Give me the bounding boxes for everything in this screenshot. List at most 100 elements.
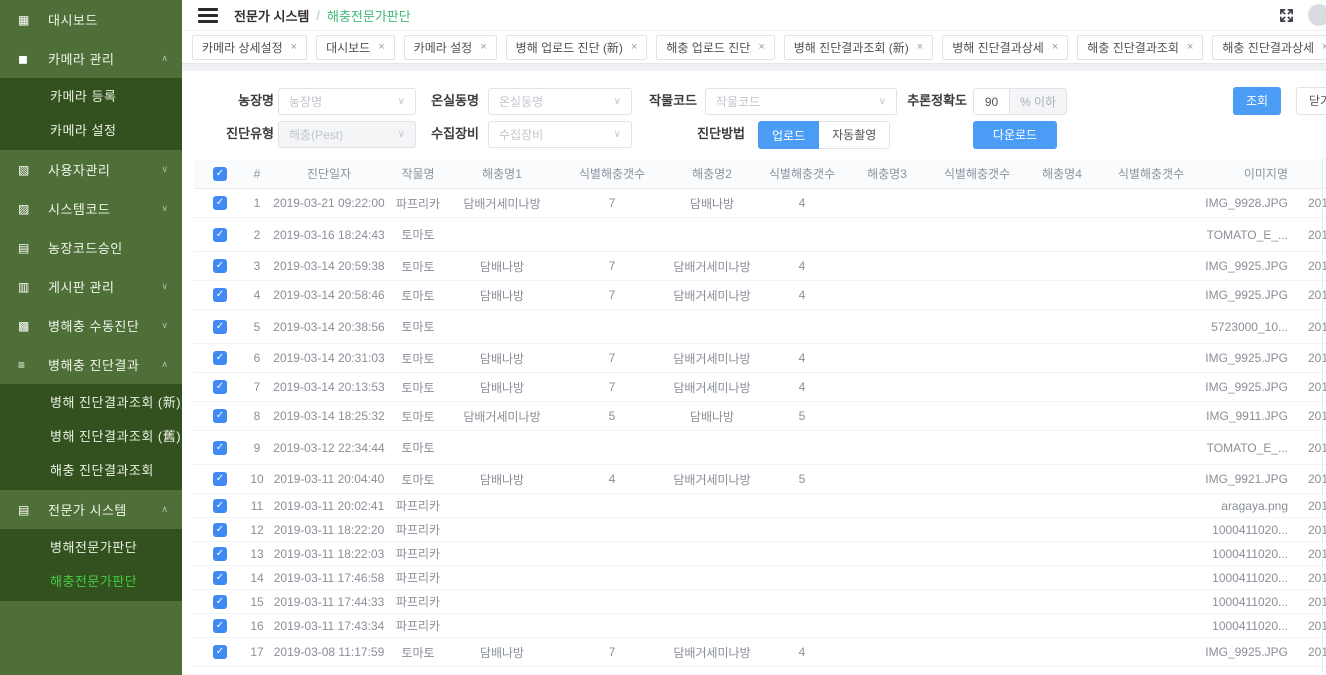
row-checkbox[interactable]: ✓	[213, 547, 227, 561]
sidebar-item[interactable]: ▤전문가 시스템∧	[0, 490, 182, 529]
sidebar-item[interactable]: ▥게시판 관리∨	[0, 267, 182, 306]
table-row[interactable]: ✓22019-03-16 18:24:43토마토TOMATO_E_...2019	[194, 218, 1326, 252]
row-checkbox[interactable]: ✓	[213, 351, 227, 365]
tab[interactable]: 해충 진단결과상세×	[1212, 35, 1326, 60]
tab-close-icon[interactable]: ×	[480, 42, 486, 53]
sidebar-item[interactable]: ▩병해충 수동진단∨	[0, 306, 182, 345]
fullscreen-icon[interactable]	[1279, 8, 1294, 23]
table-edge-divider	[1322, 158, 1323, 675]
table-cell: 13	[246, 547, 268, 561]
row-checkbox[interactable]: ✓	[213, 645, 227, 659]
row-checkbox[interactable]: ✓	[213, 228, 227, 242]
method-autocapture-button[interactable]: 자동촬영	[819, 121, 890, 149]
row-checkbox[interactable]: ✓	[213, 196, 227, 210]
search-button[interactable]: 조회	[1233, 87, 1281, 115]
sidebar-item[interactable]: ▦대시보드	[0, 0, 182, 39]
row-checkbox[interactable]: ✓	[213, 571, 227, 585]
farm-name-placeholder: 농장명	[289, 93, 322, 110]
tab-close-icon[interactable]: ×	[291, 42, 297, 53]
table-row[interactable]: ✓172019-03-08 11:17:59토마토담배나방7담배거세미나방4IM…	[194, 638, 1326, 667]
row-checkbox[interactable]: ✓	[213, 595, 227, 609]
diagnosis-method-toggle: 업로드 자동촬영	[758, 121, 890, 149]
table-cell: 2019	[1292, 472, 1326, 486]
device-select[interactable]: 수집장비 ∨	[488, 121, 632, 148]
checkbox-cell: ✓	[194, 196, 246, 211]
sidebar-item[interactable]: ◼카메라 관리∧	[0, 39, 182, 78]
sidebar-subitem[interactable]: 해충 진단결과조회	[0, 454, 182, 488]
tab-close-icon[interactable]: ×	[1322, 42, 1326, 53]
breadcrumb-parent[interactable]: 전문가 시스템	[234, 6, 309, 25]
row-checkbox[interactable]: ✓	[213, 472, 227, 486]
table-cell: 토마토	[390, 644, 446, 661]
row-checkbox[interactable]: ✓	[213, 380, 227, 394]
sidebar-subitem[interactable]: 카메라 설정	[0, 114, 182, 148]
tab-close-icon[interactable]: ×	[758, 42, 764, 53]
tab[interactable]: 카메라 설정×	[404, 35, 497, 60]
table-row[interactable]: ✓152019-03-11 17:44:33파프리카1000411020...2…	[194, 590, 1326, 614]
checkbox-cell: ✓	[194, 498, 246, 513]
table-row[interactable]: ✓52019-03-14 20:38:56토마토5723000_10...201…	[194, 310, 1326, 344]
table-row[interactable]: ✓82019-03-14 18:25:32토마토담배거세미나방5담배나방5IMG…	[194, 402, 1326, 431]
sidebar-item[interactable]: ≡병해충 진단결과∧	[0, 345, 182, 384]
table-row[interactable]: ✓112019-03-11 20:02:41파프리카aragaya.png201…	[194, 494, 1326, 518]
table-row[interactable]: ✓42019-03-14 20:58:46토마토담배나방7담배거세미나방4IMG…	[194, 281, 1326, 310]
row-checkbox[interactable]: ✓	[213, 288, 227, 302]
table-row[interactable]: ✓122019-03-11 18:22:20파프리카1000411020...2…	[194, 518, 1326, 542]
tab-close-icon[interactable]: ×	[378, 42, 384, 53]
menu-toggle-icon[interactable]	[198, 8, 218, 22]
table-row[interactable]: ✓92019-03-12 22:34:44토마토TOMATO_E_...2019	[194, 431, 1326, 465]
tab-close-icon[interactable]: ×	[917, 42, 923, 53]
close-button[interactable]: 닫기	[1296, 87, 1326, 115]
table-row[interactable]: ✓162019-03-11 17:43:34파프리카1000411020...2…	[194, 614, 1326, 638]
table-row[interactable]: ✓102019-03-11 20:04:40토마토담배나방4담배거세미나방5IM…	[194, 465, 1326, 494]
table-row[interactable]: ✓32019-03-14 20:59:38토마토담배나방7담배거세미나방4IMG…	[194, 252, 1326, 281]
method-upload-button[interactable]: 업로드	[758, 121, 819, 149]
table-cell: 담배거세미나방	[666, 471, 758, 488]
tab[interactable]: 대시보드×	[316, 35, 395, 60]
download-button[interactable]: 다운로드	[973, 121, 1057, 149]
tab-close-icon[interactable]: ×	[1187, 42, 1193, 53]
row-checkbox[interactable]: ✓	[213, 441, 227, 455]
diagnosis-type-select[interactable]: 해충(Pest) ∨	[278, 121, 416, 148]
table-cell: 파프리카	[390, 497, 446, 514]
accuracy-input[interactable]	[973, 88, 1009, 115]
sidebar-subitem[interactable]: 병해 진단결과조회 (舊)	[0, 420, 182, 454]
table-cell: TOMATO_E_...	[1204, 441, 1292, 455]
row-checkbox[interactable]: ✓	[213, 320, 227, 334]
sidebar-item[interactable]: ▨시스템코드∨	[0, 189, 182, 228]
sidebar-subitem[interactable]: 병해 진단결과조회 (新)	[0, 386, 182, 420]
tab-close-icon[interactable]: ×	[631, 42, 637, 53]
greenhouse-placeholder: 온실동명	[499, 93, 543, 110]
sidebar-item[interactable]: ▧사용자관리∨	[0, 150, 182, 189]
row-checkbox[interactable]: ✓	[213, 259, 227, 273]
select-all-checkbox[interactable]: ✓	[213, 167, 227, 181]
sidebar-subitem[interactable]: 병해전문가판단	[0, 531, 182, 565]
tab-close-icon[interactable]: ×	[1052, 42, 1058, 53]
tab[interactable]: 카메라 상세설정×	[192, 35, 307, 60]
table-cell: 7	[558, 351, 666, 365]
table-row[interactable]: ✓132019-03-11 18:22:03파프리카1000411020...2…	[194, 542, 1326, 566]
table-row[interactable]: ✓12019-03-21 09:22:00파프리카담배거세미나방7담배나방4IM…	[194, 189, 1326, 218]
row-checkbox[interactable]: ✓	[213, 499, 227, 513]
sidebar-item[interactable]: ▤농장코드승인	[0, 228, 182, 267]
tab[interactable]: 해충 업로드 진단×	[656, 35, 774, 60]
chevron-up-icon: ∧	[161, 504, 168, 515]
sidebar-subitem[interactable]: 카메라 등록	[0, 80, 182, 114]
table-row[interactable]: ✓142019-03-11 17:46:58파프리카1000411020...2…	[194, 566, 1326, 590]
greenhouse-select[interactable]: 온실동명 ∨	[488, 88, 632, 115]
table-row[interactable]: ✓72019-03-14 20:13:53토마토담배나방7담배거세미나방4IMG…	[194, 373, 1326, 402]
row-checkbox[interactable]: ✓	[213, 523, 227, 537]
row-checkbox[interactable]: ✓	[213, 619, 227, 633]
farm-name-select[interactable]: 농장명 ∨	[278, 88, 416, 115]
table-cell: 5	[246, 320, 268, 334]
table-row[interactable]: ✓62019-03-14 20:31:03토마토담배나방7담배거세미나방4IMG…	[194, 344, 1326, 373]
tab[interactable]: 병해 진단결과상세×	[942, 35, 1068, 60]
tab[interactable]: 병해 업로드 진단 (新)×	[506, 35, 648, 60]
system-code-icon: ▨	[18, 202, 34, 216]
sidebar-subitem[interactable]: 해충전문가판단	[0, 565, 182, 599]
row-checkbox[interactable]: ✓	[213, 409, 227, 423]
avatar[interactable]	[1308, 4, 1326, 26]
tab[interactable]: 병해 진단결과조회 (新)×	[784, 35, 933, 60]
tab[interactable]: 해충 진단결과조회×	[1077, 35, 1203, 60]
crop-code-select[interactable]: 작물코드 ∨	[705, 88, 897, 115]
